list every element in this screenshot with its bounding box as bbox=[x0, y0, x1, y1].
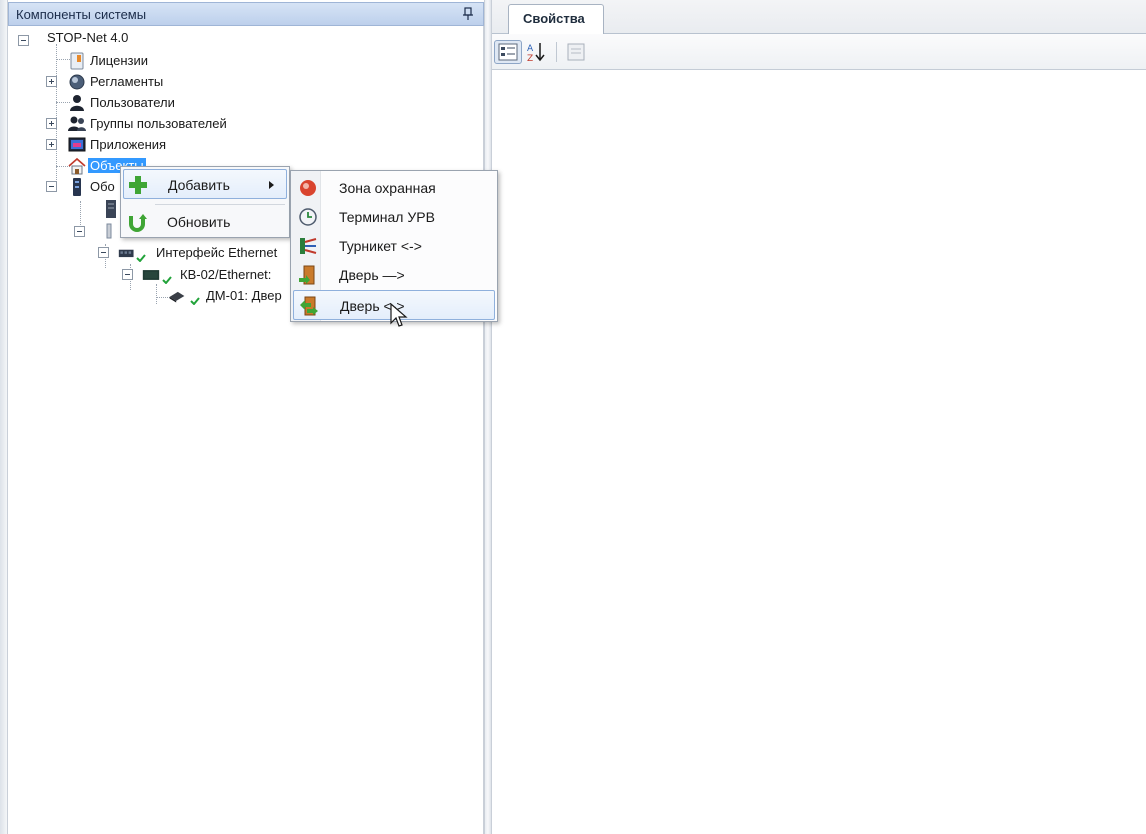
application-icon bbox=[68, 137, 86, 152]
submenu-item-door-oneway[interactable]: Дверь —> bbox=[293, 260, 495, 290]
tab-properties[interactable]: Свойства bbox=[508, 4, 604, 34]
svg-text:Z: Z bbox=[527, 54, 533, 64]
tree-root[interactable]: STOP-Net 4.0 bbox=[12, 30, 212, 51]
menu-separator bbox=[155, 204, 285, 205]
collapse-toggle[interactable] bbox=[98, 247, 109, 258]
globe-icon bbox=[69, 74, 85, 90]
mouse-cursor-icon bbox=[390, 303, 408, 327]
toolbar-separator bbox=[556, 42, 557, 62]
clock-icon bbox=[299, 208, 317, 226]
license-icon bbox=[70, 52, 84, 70]
tree-item-regulations[interactable]: Регламенты bbox=[42, 71, 242, 92]
property-pages-button[interactable] bbox=[562, 40, 590, 64]
tree-item-label: ДМ-01: Двер bbox=[206, 288, 282, 303]
collapse-toggle[interactable] bbox=[18, 35, 29, 46]
tree-item-ethernet-interface[interactable]: Интерфейс Ethernet bbox=[98, 242, 298, 263]
connector-icon bbox=[106, 223, 112, 239]
status-ok-icon bbox=[162, 276, 172, 284]
tab-properties-label: Свойства bbox=[523, 11, 585, 26]
expand-toggle[interactable] bbox=[46, 118, 57, 129]
components-panel: Компоненты системы STOP-Net 4.0 Лицензии… bbox=[8, 2, 484, 834]
tree-item-label: Группы пользователей bbox=[90, 116, 227, 131]
tab-strip: Свойства bbox=[492, 0, 1146, 34]
expand-toggle[interactable] bbox=[46, 76, 57, 87]
tree-item-label: КВ-02/Ethernet: bbox=[180, 267, 272, 282]
submenu-item-label: Терминал УРВ bbox=[339, 209, 435, 225]
menu-item-add[interactable]: Добавить bbox=[123, 169, 287, 199]
sort-alphabetical-button[interactable]: A Z bbox=[524, 40, 552, 64]
collapse-toggle[interactable] bbox=[74, 226, 85, 237]
user-icon bbox=[70, 95, 84, 111]
status-ok-icon bbox=[136, 254, 146, 262]
categorized-icon bbox=[498, 43, 518, 61]
turnstile-icon bbox=[300, 238, 317, 254]
tree-item-label: Регламенты bbox=[90, 74, 164, 89]
property-grid[interactable] bbox=[492, 70, 1146, 834]
tree-guide bbox=[156, 284, 157, 304]
status-ok-icon bbox=[190, 297, 200, 305]
tree-item-licenses[interactable]: Лицензии bbox=[66, 50, 266, 71]
door-icon bbox=[300, 296, 318, 316]
context-menu: Добавить Обновить bbox=[120, 166, 290, 238]
properties-panel: Свойства A Z bbox=[492, 0, 1146, 834]
users-group-icon bbox=[68, 116, 86, 131]
panel-header: Компоненты системы bbox=[8, 2, 484, 26]
panel-title: Компоненты системы bbox=[16, 7, 147, 22]
menu-item-refresh-label: Обновить bbox=[167, 214, 231, 230]
add-submenu: Зона охранная Терминал УРВ Турникет <-> … bbox=[290, 170, 498, 322]
refresh-icon bbox=[129, 214, 147, 232]
reader-icon bbox=[169, 291, 185, 303]
menu-item-refresh[interactable]: Обновить bbox=[123, 207, 287, 237]
submenu-item-security-zone[interactable]: Зона охранная bbox=[293, 173, 495, 203]
collapse-toggle[interactable] bbox=[46, 181, 57, 192]
svg-text:A: A bbox=[527, 44, 534, 54]
menu-item-add-label: Добавить bbox=[168, 177, 230, 193]
add-icon bbox=[129, 176, 147, 194]
pin-icon[interactable] bbox=[463, 7, 473, 21]
submenu-item-label: Зона охранная bbox=[339, 180, 436, 196]
submenu-item-time-terminal[interactable]: Терминал УРВ bbox=[293, 202, 495, 232]
expand-toggle[interactable] bbox=[46, 139, 57, 150]
tree-item-label: Приложения bbox=[90, 137, 167, 152]
submenu-item-label: Турникет <-> bbox=[339, 238, 422, 254]
window-edge bbox=[0, 0, 8, 834]
tree-item-label: Лицензии bbox=[90, 53, 148, 68]
tree-root-label: STOP-Net 4.0 bbox=[47, 30, 129, 45]
tree-item-dm01[interactable]: ДМ-01: Двер bbox=[168, 285, 298, 306]
server-icon bbox=[106, 200, 116, 218]
submenu-item-label: Дверь —> bbox=[339, 267, 405, 283]
categorized-button[interactable] bbox=[494, 40, 522, 64]
collapse-toggle[interactable] bbox=[122, 269, 133, 280]
tree-item-equipment[interactable]: Обо bbox=[42, 176, 122, 197]
tree-item-applications[interactable]: Приложения bbox=[42, 134, 242, 155]
property-pages-icon bbox=[567, 43, 585, 61]
sort-az-icon: A Z bbox=[527, 43, 545, 64]
submenu-item-turnstile[interactable]: Турникет <-> bbox=[293, 231, 495, 261]
tree-item-server[interactable] bbox=[68, 198, 116, 219]
tree-item-label: Обо bbox=[90, 179, 115, 194]
controller-icon bbox=[142, 270, 160, 280]
equipment-icon bbox=[73, 178, 81, 196]
house-icon bbox=[68, 157, 86, 175]
tree-item-label: Интерфейс Ethernet bbox=[156, 245, 278, 260]
security-zone-icon bbox=[300, 180, 316, 196]
tree-item-users[interactable]: Пользователи bbox=[66, 92, 266, 113]
tree-item-user-groups[interactable]: Группы пользователей bbox=[42, 113, 282, 134]
submenu-arrow-icon bbox=[269, 181, 274, 189]
properties-toolbar: A Z bbox=[492, 34, 1146, 70]
network-card-icon bbox=[118, 249, 134, 258]
door-icon bbox=[299, 265, 315, 285]
tree-item-label: Пользователи bbox=[90, 95, 175, 110]
panel-splitter[interactable] bbox=[484, 0, 492, 834]
